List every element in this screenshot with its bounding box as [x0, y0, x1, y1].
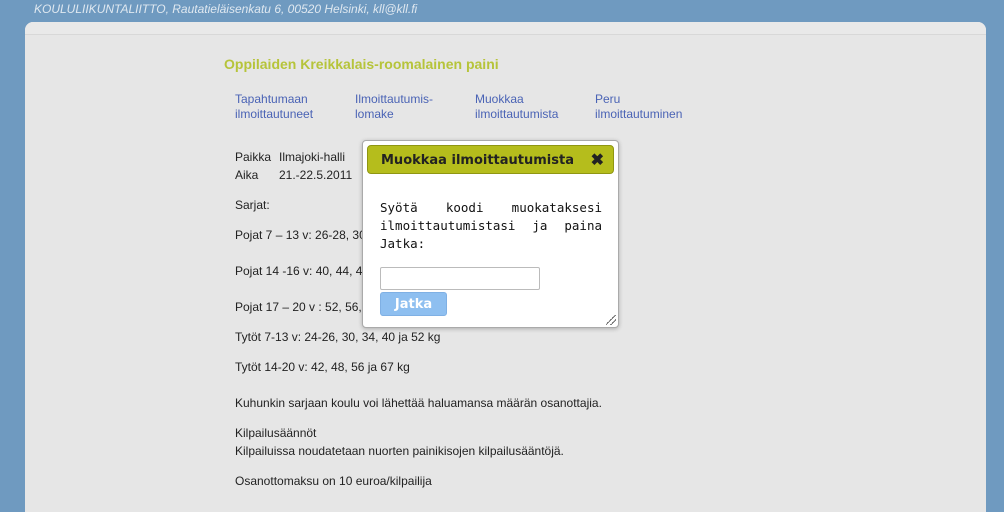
nav-link-label: ilmoittautuminen	[595, 107, 683, 121]
rules-text: Kilpailuissa noudatetaan nuorten painiki…	[235, 444, 564, 458]
nav-link-registered[interactable]: Tapahtumaan ilmoittautuneet	[235, 92, 313, 122]
time-value: 21.-22.5.2011	[279, 168, 353, 182]
fee-text: Osanottomaksu on 10 euroa/kilpailija	[235, 474, 432, 488]
series-heading: Sarjat:	[235, 198, 270, 212]
time-row: Aika 21.-22.5.2011	[235, 168, 352, 182]
resize-handle-icon[interactable]	[606, 315, 616, 325]
series-item: Pojat 17 – 20 v : 52, 56,	[235, 300, 362, 314]
dialog-instruction: Syötä koodi muokataksesi ilmoittautumist…	[380, 200, 602, 251]
series-item: Tytöt 14-20 v: 42, 48, 56 ja 67 kg	[235, 360, 410, 374]
nav-link-label: Tapahtumaan	[235, 92, 308, 106]
dialog-title: Muokkaa ilmoittautumista	[381, 153, 574, 168]
nav-link-registration-form[interactable]: Ilmoittautumis- lomake	[355, 92, 433, 122]
nav-link-label: Peru	[595, 92, 621, 106]
participants-note: Kuhunkin sarjaan koulu voi lähettää halu…	[235, 396, 602, 410]
dialog-header[interactable]: Muokkaa ilmoittautumista ✖	[367, 145, 614, 174]
place-label: Paikka	[235, 150, 272, 164]
time-label: Aika	[235, 168, 259, 182]
close-icon[interactable]: ✖	[591, 150, 604, 170]
nav-link-label: lomake	[355, 107, 394, 121]
edit-registration-dialog: Muokkaa ilmoittautumista ✖ Syötä koodi m…	[362, 140, 619, 328]
nav-link-cancel-registration[interactable]: Peru ilmoittautuminen	[595, 92, 682, 122]
place-row: Paikka Ilmajoki-halli	[235, 150, 345, 164]
nav-link-label: ilmoittautumista	[475, 107, 559, 121]
rules-heading: Kilpailusäännöt	[235, 426, 317, 440]
panel-top-bar	[25, 22, 986, 35]
series-item: Pojat 7 – 13 v: 26-28, 30	[235, 228, 366, 242]
code-input[interactable]	[380, 267, 540, 290]
nav-link-label: ilmoittautuneet	[235, 107, 314, 121]
place-value: Ilmajoki-halli	[279, 150, 346, 164]
series-item: Pojat 14 -16 v: 40, 44, 4	[235, 264, 363, 278]
nav-link-label: Ilmoittautumis-	[355, 92, 434, 106]
series-item: Tytöt 7-13 v: 24-26, 30, 34, 40 ja 52 kg	[235, 330, 441, 344]
organization-address: KOULULIIKUNTALIITTO, Rautatieläisenkatu …	[34, 2, 418, 16]
nav-link-label: Muokkaa	[475, 92, 524, 106]
nav-link-edit-registration[interactable]: Muokkaa ilmoittautumista	[475, 92, 558, 122]
continue-button[interactable]: Jatka	[380, 292, 447, 316]
page-title: Oppilaiden Kreikkalais-roomalainen paini	[224, 56, 499, 72]
